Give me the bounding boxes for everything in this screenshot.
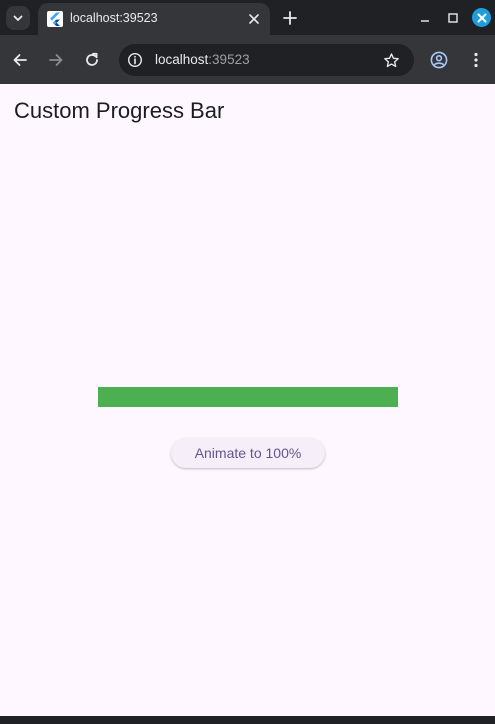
address-bar[interactable]: localhost:39523 (119, 44, 414, 76)
forward-button[interactable] (44, 48, 68, 72)
browser-window: localhost:39523 localhost:39523 Custom P… (0, 0, 495, 724)
page-content: Custom Progress Bar Animate to 100% (0, 84, 495, 716)
browser-toolbar: localhost:39523 (0, 35, 495, 84)
close-icon (249, 14, 259, 24)
back-button[interactable] (8, 48, 32, 72)
tab-close-button[interactable] (246, 11, 262, 27)
url-port: :39523 (208, 52, 250, 67)
app-bar-title: Custom Progress Bar (14, 98, 225, 123)
star-icon (383, 52, 399, 67)
account-icon (430, 51, 448, 69)
animate-button[interactable]: Animate to 100% (171, 438, 325, 468)
tab-title: localhost:39523 (70, 11, 158, 25)
more-vert-icon (474, 52, 478, 68)
tab-strip: localhost:39523 (0, 0, 495, 35)
chevron-down-icon (13, 15, 23, 21)
close-icon (477, 13, 486, 22)
browser-tab[interactable]: localhost:39523 (38, 3, 270, 35)
site-info-button[interactable] (127, 52, 143, 68)
tab-search-button[interactable] (6, 6, 30, 30)
bottom-frame (0, 716, 495, 724)
progress-bar-fill (98, 387, 398, 407)
url-text: localhost:39523 (155, 52, 250, 67)
info-icon (127, 52, 143, 68)
maximize-button[interactable] (444, 9, 462, 27)
window-close-button[interactable] (472, 8, 491, 27)
profile-button[interactable] (427, 48, 451, 72)
reload-button[interactable] (80, 48, 104, 72)
flutter-icon (47, 11, 63, 27)
url-host: localhost (155, 52, 209, 67)
reload-icon (86, 52, 98, 66)
menu-button[interactable] (464, 48, 488, 72)
progress-bar (98, 387, 398, 407)
plus-icon (283, 11, 297, 25)
arrow-right-icon (49, 54, 63, 66)
maximize-icon (448, 13, 458, 23)
minimize-button[interactable] (416, 9, 434, 27)
bookmark-button[interactable] (382, 51, 400, 69)
arrow-left-icon (13, 54, 27, 66)
new-tab-button[interactable] (280, 8, 300, 28)
minimize-icon (421, 20, 429, 22)
